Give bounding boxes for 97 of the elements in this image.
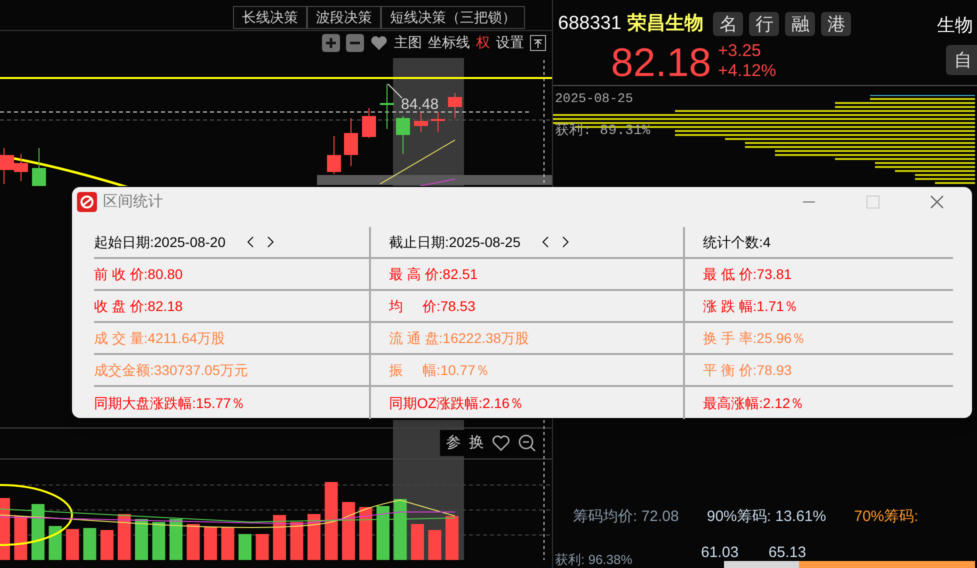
candle: [431, 112, 445, 132]
chip-stat: 70%筹码:: [854, 507, 918, 527]
toolbar-button[interactable]: 权: [476, 32, 490, 53]
volume-bar: [359, 507, 372, 560]
stat-text: 同期OZ涨跌幅:2.16％: [389, 394, 524, 412]
volume-bar: [186, 524, 200, 560]
volume-bar: [66, 529, 79, 560]
chip-stat: 筹码均价: 72.08: [573, 507, 679, 527]
stat-text: 换 手 率:25.96％: [703, 328, 806, 348]
volume-bar: [152, 522, 166, 560]
volume-bar: [14, 516, 28, 560]
stat-text: 截止日期:2025-08-25: [389, 232, 521, 252]
chip-date: 2025-08-25: [555, 90, 634, 108]
tag-button[interactable]: 港: [821, 12, 852, 36]
strategy-tab[interactable]: 短线决策（三把锁）: [381, 6, 525, 29]
stat-text: 起始日期:2025-08-20: [94, 232, 226, 252]
volume-bar: [256, 534, 269, 560]
stat-text: 收 盘 价:82.18: [94, 296, 183, 316]
volume-bar: [32, 504, 44, 560]
tag-button[interactable]: 融: [785, 12, 816, 36]
tag-button[interactable]: 名: [713, 12, 744, 36]
zoom-out-icon[interactable]: [346, 34, 364, 52]
candle: [14, 154, 28, 182]
volume-bar: [376, 506, 390, 560]
sector-label: 生物: [937, 14, 973, 37]
stat-text: 平 衡 价:78.93: [703, 360, 792, 380]
previous-icon[interactable]: [246, 236, 256, 248]
toolbar-button[interactable]: 主图: [394, 32, 422, 53]
leader-line: [388, 84, 402, 98]
volume-bar: [0, 498, 10, 560]
zoom-out-icon[interactable]: [518, 434, 536, 452]
heart-icon[interactable]: [492, 435, 510, 451]
stock-name: 荣昌生物: [627, 12, 704, 36]
volume-bar: [170, 519, 182, 560]
profit-ratio: 获利: 96.38%: [555, 553, 632, 567]
volume-bar: [100, 530, 114, 560]
stat-text: 最 低 价:73.81: [703, 264, 792, 284]
stat-text: 振 幅:10.77％: [389, 360, 490, 380]
volume-bar: [83, 528, 96, 560]
candle: [380, 84, 394, 130]
volume-bar: [411, 524, 424, 560]
percent-change: +4.12%: [718, 61, 776, 81]
volume-bar: [118, 514, 131, 560]
close-icon[interactable]: [929, 194, 945, 210]
candle: [32, 148, 46, 186]
chip-stat: 90%筹码: 13.61%: [706, 507, 826, 527]
profit-ratio: 获利: 89.31%: [555, 122, 650, 141]
stat-text: 最高涨幅:2.12％: [703, 394, 804, 412]
price-label: 84.48: [401, 97, 439, 112]
toolbar-button[interactable]: 设置: [496, 32, 524, 53]
stat-text: 涨 跌 幅:1.71％: [703, 296, 798, 316]
candle: [327, 136, 341, 174]
stock-code: 688331: [558, 12, 622, 36]
volume-bar: [238, 534, 252, 560]
stat-text: 前 收 价:80.80: [94, 264, 183, 284]
volume-bar: [273, 515, 286, 560]
range-value: 61.03: [701, 543, 739, 563]
stat-text: 最 高 价:82.51: [389, 264, 478, 284]
volume-bar: [342, 502, 355, 560]
volume-bar: [428, 530, 442, 560]
range-value: 65.13: [768, 543, 806, 563]
next-icon[interactable]: [264, 236, 275, 248]
candle: [414, 112, 428, 132]
side-button[interactable]: 自: [946, 45, 977, 75]
volume-bar: [135, 519, 148, 560]
zoom-in-icon[interactable]: [322, 34, 340, 52]
collapse-icon[interactable]: [530, 34, 546, 50]
last-price: 82.18: [611, 40, 712, 87]
volume-bar: [48, 526, 62, 560]
app-logo-icon: [77, 192, 97, 212]
stat-text: 成 交 量:4211.64万股: [94, 328, 226, 348]
volume-bar: [204, 527, 217, 560]
next-icon[interactable]: [560, 236, 570, 248]
toolbar-button[interactable]: 坐标线: [428, 32, 470, 53]
volume-bar: [446, 516, 458, 560]
toolbar-button[interactable]: 换: [469, 432, 484, 454]
previous-icon[interactable]: [540, 236, 551, 248]
stat-text: 统计个数:4: [703, 232, 771, 252]
volume-bar: [221, 527, 234, 560]
tag-button[interactable]: 行: [749, 12, 780, 36]
price-change: +3.25: [718, 41, 762, 61]
candle: [396, 116, 410, 154]
dialog-title: 区间统计: [103, 192, 164, 212]
heart-icon[interactable]: [370, 34, 388, 50]
stat-text: 流 通 盘:16222.38万股: [389, 328, 530, 348]
candle: [448, 92, 462, 118]
strategy-tab[interactable]: 波段决策: [307, 6, 381, 29]
volume-bar: [290, 522, 304, 560]
strategy-tab[interactable]: 长线决策: [233, 6, 307, 29]
toolbar-button[interactable]: 参: [446, 432, 461, 454]
candle: [0, 148, 14, 184]
stat-text: 均 价:78.53: [389, 296, 476, 316]
candle: [344, 118, 358, 166]
stat-text: 同期大盘涨跌幅:15.77％: [94, 394, 245, 412]
stat-text: 成交金额:330737.05万元: [94, 360, 248, 380]
volume-bar: [308, 514, 320, 560]
candle: [362, 108, 376, 138]
